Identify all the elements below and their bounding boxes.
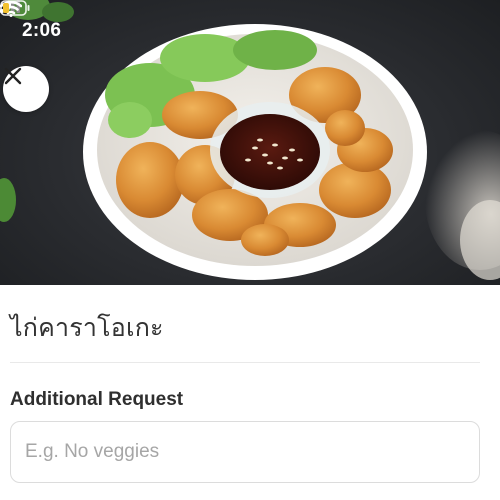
additional-request-input[interactable]	[10, 421, 480, 483]
divider	[10, 362, 480, 363]
close-button[interactable]	[3, 66, 49, 112]
garnish-leaf-left	[0, 178, 16, 222]
dish-photo: 2:06	[0, 0, 500, 285]
battery-low-icon	[0, 0, 30, 16]
status-time: 2:06	[22, 20, 62, 41]
status-bar: 2:06	[0, 0, 500, 60]
item-title: ไก่คาราโอเกะ	[10, 313, 164, 342]
close-icon	[4, 67, 22, 85]
additional-request-label: Additional Request	[10, 389, 184, 410]
